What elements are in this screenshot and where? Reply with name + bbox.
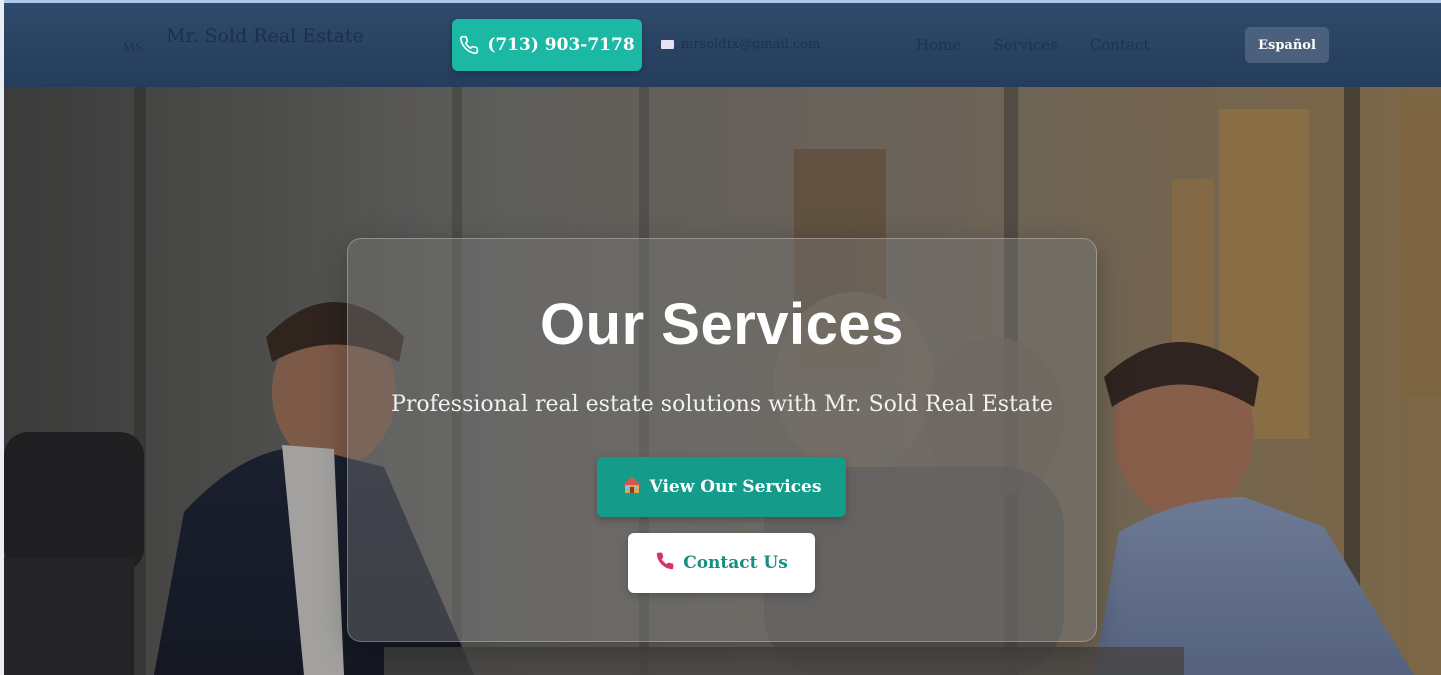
- nav-item-services[interactable]: Services: [993, 36, 1058, 54]
- nav-item-contact[interactable]: Contact: [1090, 36, 1150, 54]
- phone-icon: [460, 35, 479, 55]
- phone-call-button[interactable]: (713) 903-7178: [452, 19, 642, 71]
- main-nav: Home Services Contact: [916, 36, 1181, 54]
- house-icon: [622, 476, 642, 499]
- logo-mark[interactable]: MS: [123, 39, 143, 55]
- hero-section: Our Services Professional real estate so…: [4, 87, 1441, 675]
- email-link[interactable]: mrsoldtx@gmail.com: [661, 37, 820, 52]
- hero-subtitle: Professional real estate solutions with …: [391, 392, 1053, 417]
- contact-us-label: Contact Us: [683, 553, 788, 573]
- brand-name[interactable]: Mr. Sold Real Estate: [166, 25, 364, 47]
- hero-card: Our Services Professional real estate so…: [347, 238, 1097, 642]
- telephone-receiver-icon: [655, 551, 675, 576]
- contact-us-button[interactable]: Contact Us: [628, 533, 815, 593]
- phone-number-label: (713) 903-7178: [487, 35, 635, 55]
- view-services-button[interactable]: View Our Services: [597, 457, 846, 517]
- email-address: mrsoldtx@gmail.com: [681, 37, 821, 52]
- view-services-label: View Our Services: [649, 477, 822, 497]
- page: MS Mr. Sold Real Estate LLC (713) 903-71…: [0, 0, 1441, 675]
- brand-subtitle: LLC: [166, 52, 193, 65]
- nav-item-home[interactable]: Home: [916, 36, 961, 54]
- language-toggle-button[interactable]: Español: [1245, 27, 1329, 63]
- hero-title: Our Services: [540, 292, 904, 357]
- envelope-icon: [661, 40, 674, 49]
- site-header: MS Mr. Sold Real Estate LLC (713) 903-71…: [4, 3, 1441, 87]
